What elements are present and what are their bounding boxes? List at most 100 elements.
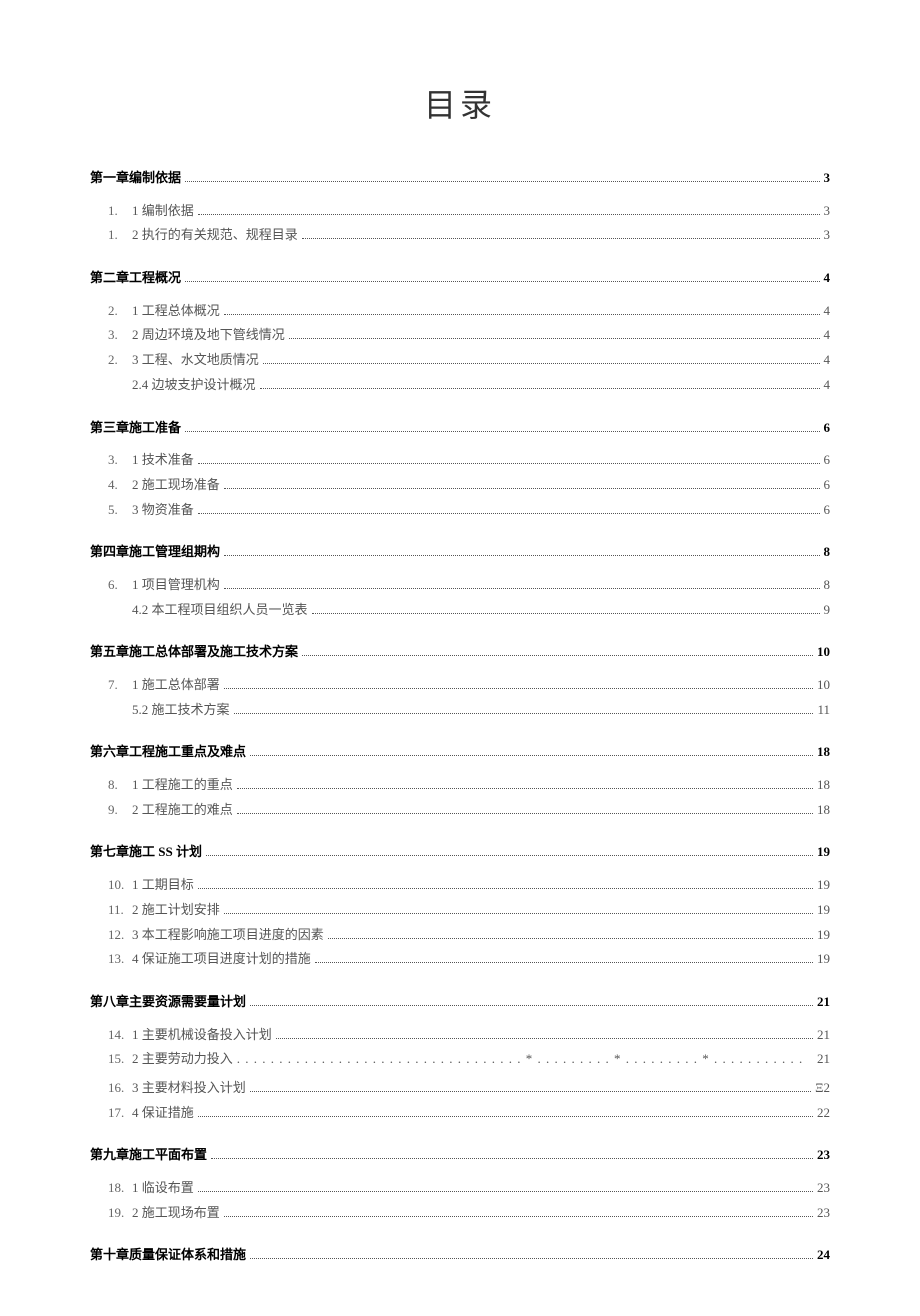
leader-dots: [302, 655, 813, 656]
toc-section: 第九章施工平面布置 23 18.1 临设布置 23 19.2 施工现场布置23: [90, 1143, 830, 1225]
toc-sub-row: 16.3 主要材料投入计划Ξ2: [90, 1076, 830, 1101]
leader-dots: [302, 238, 820, 239]
toc-sub-row: 4.2 本工程项目组织人员一览表9: [90, 598, 830, 623]
sub-prefix: 15.: [108, 1047, 132, 1072]
sub-page: 4: [824, 299, 831, 324]
leader-dots: [224, 1216, 813, 1217]
sub-page: 18: [817, 798, 830, 823]
chapter-page: 18: [817, 740, 830, 765]
sub-prefix: 3.: [108, 448, 132, 473]
leader-dots: [198, 214, 820, 215]
sub-prefix: 18.: [108, 1176, 132, 1201]
toc-sub-row: 13.4 保证施工项目进度计划的措施19: [90, 947, 830, 972]
leader-dots: [224, 588, 820, 589]
sub-label: 3 本工程影响施工项目进度的因素: [132, 923, 324, 948]
leader-dots: [260, 388, 820, 389]
sub-page: 21: [817, 1023, 830, 1048]
leader-dots: [237, 813, 813, 814]
sub-prefix: 19.: [108, 1201, 132, 1226]
toc-section: 第五章施工总体部署及施工技术方案 10 7.1 施工总体部署105.2 施工技术方案…: [90, 640, 830, 722]
sub-page: 6: [824, 498, 831, 523]
toc-sub-row: 11.2 施工计划安排19: [90, 898, 830, 923]
chapter-label: 第五章施工总体部署及施工技术方案: [90, 640, 298, 665]
leader-dots: [289, 338, 820, 339]
leader-dots: [250, 1005, 813, 1006]
sub-label: 1 工程施工的重点: [132, 773, 233, 798]
leader-dots: [198, 463, 820, 464]
chapter-label: 第八章主要资源需要量计划: [90, 990, 246, 1015]
toc-sub-row: 8.1 工程施工的重点18: [90, 773, 830, 798]
chapter-page: 10: [817, 640, 830, 665]
sub-prefix: 12.: [108, 923, 132, 948]
leader-dots: [250, 755, 813, 756]
sub-label: 1 工期目标: [132, 873, 194, 898]
chapter-page: 23: [817, 1143, 830, 1168]
toc-section: 第十章质量保证体系和措施24: [90, 1243, 830, 1268]
sub-prefix: 2.: [108, 348, 132, 373]
leader-dots: [224, 555, 819, 556]
toc-section: 第三章施工准备63.1 技术准备64.2 施工现场准备65.3 物资准备6: [90, 416, 830, 523]
toc-sub-row: 12.3 本工程影响施工项目进度的因素 19: [90, 923, 830, 948]
sub-page: 19: [817, 923, 830, 948]
sub-page: 3: [824, 223, 831, 248]
chapter-page: 6: [824, 416, 831, 441]
chapter-page: 4: [824, 266, 831, 291]
sub-prefix: 7.: [108, 673, 132, 698]
leader-dots: [211, 1158, 813, 1159]
leader-dots: [224, 488, 820, 489]
sub-label: 4 保证施工项目进度计划的措施: [132, 947, 311, 972]
toc-sub-row: 7.1 施工总体部署10: [90, 673, 830, 698]
sub-label: 1 技术准备: [132, 448, 194, 473]
leader-dots: [234, 713, 814, 714]
leader-dots: [312, 613, 820, 614]
chapter-page: 24: [817, 1243, 830, 1268]
sub-label: 1 临设布置: [132, 1176, 194, 1201]
leader-dots: [263, 363, 820, 364]
toc-chapter-row: 第九章施工平面布置 23: [90, 1143, 830, 1168]
leader-dots: [224, 314, 820, 315]
toc-chapter-row: 第六章工程施工重点及难点 18: [90, 740, 830, 765]
toc-sub-row: 5.3 物资准备 6: [90, 498, 830, 523]
chapter-label: 第六章工程施工重点及难点: [90, 740, 246, 765]
chapter-page: 21: [817, 990, 830, 1015]
leader-dots: [276, 1038, 813, 1039]
sub-prefix: 1.: [108, 199, 132, 224]
sub-label: 2 执行的有关规范、规程目录: [132, 223, 298, 248]
sub-page: 3: [824, 199, 831, 224]
sub-prefix: 16.: [108, 1076, 132, 1101]
sub-page: 4: [824, 373, 831, 398]
toc-sub-row: 6.1 项目管理机构8: [90, 573, 830, 598]
sub-label: 1 施工总体部署: [132, 673, 220, 698]
leader-dots: [198, 1191, 813, 1192]
toc-chapter-row: 第三章施工准备 6: [90, 416, 830, 441]
chapter-label: 第九章施工平面布置: [90, 1143, 207, 1168]
toc-section: 第八章主要资源需要量计划2114.1 主要机械设备投入计划2115.2 主要劳动…: [90, 990, 830, 1125]
sub-label: 2 周边环境及地下管线情况: [132, 323, 285, 348]
toc-section: 第六章工程施工重点及难点188.1 工程施工的重点189.2 工程施工的难点18: [90, 740, 830, 822]
toc-chapter-row: 第七章施工 SS 计划19: [90, 840, 830, 865]
toc-sub-row: 19.2 施工现场布置23: [90, 1201, 830, 1226]
toc-sub-row: 3.2 周边环境及地下管线情况4: [90, 323, 830, 348]
sub-prefix: 6.: [108, 573, 132, 598]
sub-label: 1 项目管理机构: [132, 573, 220, 598]
sub-label: 2.4 边坡支护设计概况: [132, 373, 256, 398]
toc-sub-row: 3.1 技术准备6: [90, 448, 830, 473]
toc-chapter-row: 第十章质量保证体系和措施24: [90, 1243, 830, 1268]
toc-chapter-row: 第五章施工总体部署及施工技术方案 10: [90, 640, 830, 665]
sub-label: 3 物资准备: [132, 498, 194, 523]
toc-sub-row: 2.3 工程、水文地质情况4: [90, 348, 830, 373]
sub-prefix: 14.: [108, 1023, 132, 1048]
sub-page: 4: [824, 348, 831, 373]
sub-label: 5.2 施工技术方案: [132, 698, 230, 723]
toc-chapter-row: 第四章施工管理组期构8: [90, 540, 830, 565]
sub-prefix: 5.: [108, 498, 132, 523]
leader-dots: [185, 431, 819, 432]
toc-sub-row: 5.2 施工技术方案11: [90, 698, 830, 723]
leader-dots: [224, 688, 813, 689]
chapter-label: 第三章施工准备: [90, 416, 181, 441]
sub-prefix: 9.: [108, 798, 132, 823]
leader-dots: [185, 281, 819, 282]
sub-page: 22: [817, 1101, 830, 1126]
toc-chapter-row: 第二章工程概况4: [90, 266, 830, 291]
sub-page: Ξ2: [815, 1076, 830, 1101]
